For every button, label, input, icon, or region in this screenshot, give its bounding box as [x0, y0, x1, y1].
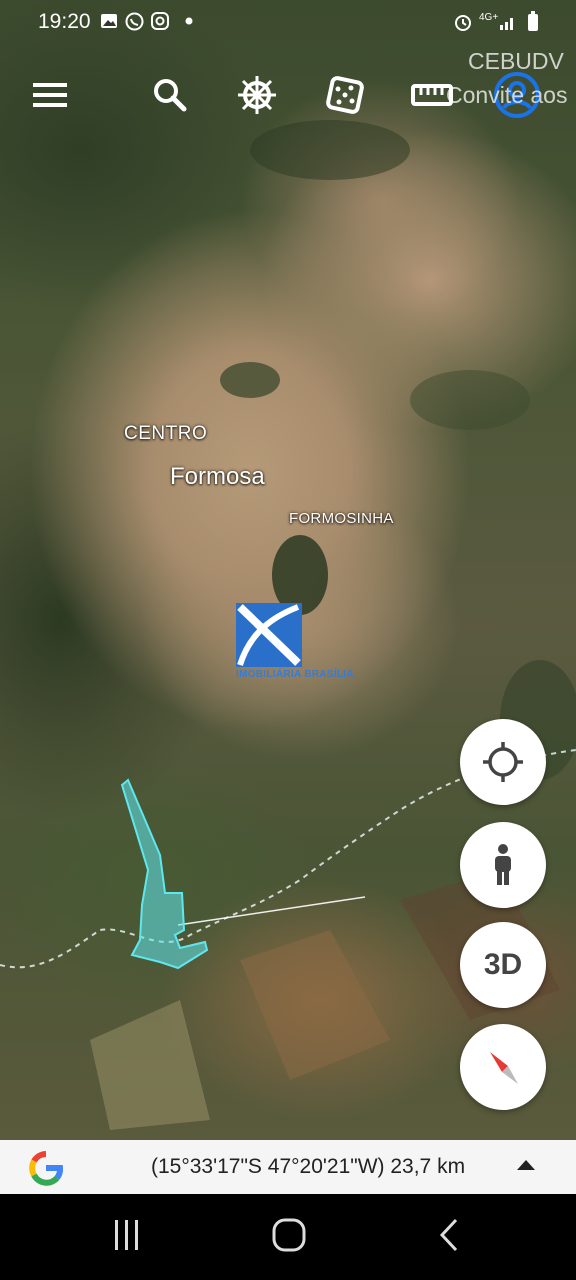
- search-button[interactable]: [143, 68, 197, 122]
- status-time: 19:20: [38, 10, 91, 33]
- info-bar: (15°33'17"S 47°20'21"W) 23,7 km: [0, 1140, 576, 1194]
- my-location-icon: [483, 742, 523, 782]
- whatsapp-icon: [125, 12, 144, 31]
- menu-icon: [33, 83, 67, 107]
- farmland-patch: [240, 930, 390, 1080]
- recent-apps-icon[interactable]: [112, 1220, 142, 1250]
- home-icon[interactable]: [272, 1218, 306, 1252]
- compass-button[interactable]: [460, 1024, 546, 1110]
- street-view-button[interactable]: [460, 822, 546, 908]
- feeling-lucky-dice-icon: [326, 76, 364, 114]
- coordinates-readout: (15°33'17"S 47°20'21"W) 23,7 km: [151, 1155, 466, 1178]
- toggle-3d-label: 3D: [483, 948, 523, 981]
- farmland-patch: [90, 1000, 210, 1130]
- vegetation-patch: [410, 370, 530, 430]
- overlay-text-cebudv: CEBUDV: [468, 48, 564, 74]
- map-label-formosa: Formosa: [170, 463, 265, 490]
- measure-line: [177, 896, 366, 926]
- status-bar: 19:20 4G+: [0, 0, 576, 44]
- my-location-button[interactable]: [460, 719, 546, 805]
- search-icon: [154, 79, 187, 112]
- google-logo-icon: [29, 1151, 64, 1186]
- back-icon[interactable]: [438, 1218, 460, 1252]
- battery-icon: [528, 11, 538, 31]
- property-parcel[interactable]: [120, 778, 209, 970]
- toggle-3d-button[interactable]: 3D: [460, 922, 546, 1008]
- alarm-icon: [455, 15, 471, 31]
- voyager-wheel-icon: [238, 76, 276, 114]
- map-label-formosinha: FORMOSINHA: [289, 510, 394, 527]
- feeling-lucky-button[interactable]: [318, 68, 372, 122]
- signal-icon: [500, 18, 513, 30]
- map-label-centro: CENTRO: [124, 423, 208, 444]
- vegetation-patch: [220, 362, 280, 398]
- voyager-button[interactable]: [230, 68, 284, 122]
- watermark-logo: [236, 603, 302, 667]
- gallery-icon: [101, 14, 117, 28]
- expand-up-icon[interactable]: [516, 1158, 536, 1172]
- network-type: 4G+: [479, 12, 499, 23]
- menu-button[interactable]: [23, 68, 77, 122]
- notification-dot-icon: [185, 17, 193, 25]
- android-nav-bar: [0, 1194, 576, 1280]
- instagram-icon: [151, 12, 169, 30]
- overlay-text-convite: Convite aos: [446, 82, 568, 108]
- compass-icon: [490, 1052, 518, 1084]
- watermark-text: IMOBILIÁRIA BRASÍLIA: [236, 669, 354, 680]
- pegman-icon: [495, 844, 511, 885]
